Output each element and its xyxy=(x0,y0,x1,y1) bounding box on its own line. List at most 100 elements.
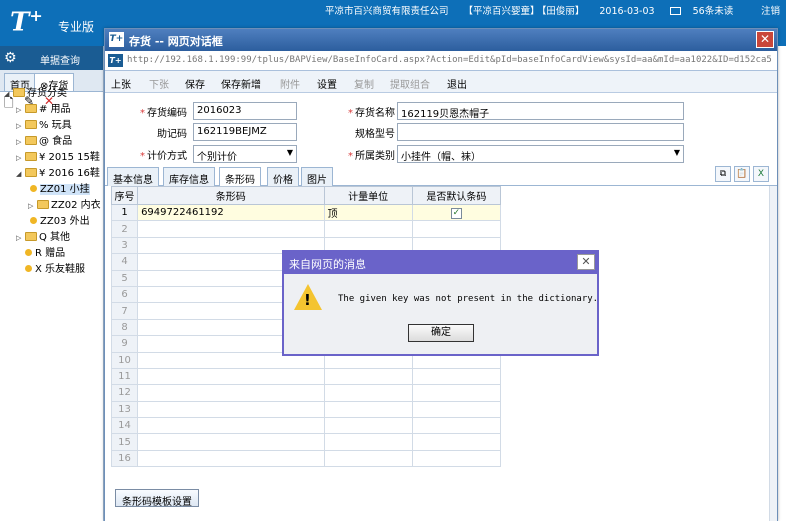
copy-row-icon[interactable]: ⧉ xyxy=(715,166,731,182)
grid-tools: ⧉ 📋 X xyxy=(712,166,769,182)
barcode-cell[interactable] xyxy=(137,417,325,435)
expand-icon[interactable]: ▷ xyxy=(16,102,25,118)
attachment-button[interactable]: 附件 xyxy=(280,76,300,91)
unit-cell[interactable] xyxy=(323,400,413,419)
copy-button[interactable]: 复制 xyxy=(354,76,374,91)
expand-icon[interactable]: ▷ xyxy=(16,150,25,166)
default-barcode-cell[interactable] xyxy=(411,367,502,386)
table-row[interactable]: 1 6949722461192 顶 ✓ xyxy=(110,203,502,222)
barcode-cell[interactable] xyxy=(137,384,325,402)
barcode-cell[interactable] xyxy=(137,400,325,419)
table-row[interactable]: 14 xyxy=(110,417,502,435)
expand-icon[interactable]: ▷ xyxy=(16,230,25,246)
tree-node[interactable]: R 赠品 xyxy=(0,246,104,262)
default-barcode-cell[interactable] xyxy=(411,384,502,402)
tree-node[interactable]: ▷ ZZ02 内衣 xyxy=(0,198,104,214)
tab-picture[interactable]: 图片 xyxy=(301,167,333,186)
gear-icon[interactable]: ⚙ xyxy=(4,50,17,66)
tree-node-label: @ 食品 xyxy=(39,136,73,147)
expand-icon[interactable]: ▷ xyxy=(16,118,25,134)
unit-cell[interactable]: 顶 xyxy=(323,203,413,222)
default-barcode-cell[interactable] xyxy=(411,400,502,419)
export-excel-icon[interactable]: X xyxy=(753,166,769,182)
unread-messages-link[interactable]: 56条未读 xyxy=(669,6,746,17)
tree-node[interactable]: ZZ01 小挂 xyxy=(0,182,104,198)
spec-input[interactable] xyxy=(397,123,684,141)
next-button[interactable]: 下张 xyxy=(149,76,169,91)
category-select[interactable]: 小挂件（帽、袜） ▼ xyxy=(397,145,684,163)
col-header-barcode[interactable]: 条形码 xyxy=(137,186,325,205)
ok-button[interactable]: 确定 xyxy=(408,324,474,342)
col-header-default[interactable]: 是否默认条码 xyxy=(411,186,502,205)
message-dialog: 来自网页的消息 ✕ ! The given key was not presen… xyxy=(282,250,599,356)
barcode-cell[interactable] xyxy=(137,220,325,238)
table-row[interactable]: 11 xyxy=(110,367,502,386)
expand-icon[interactable]: ◢ xyxy=(4,86,13,102)
default-barcode-cell[interactable]: ✓ xyxy=(411,203,502,222)
expand-icon[interactable]: ▷ xyxy=(16,134,25,150)
unit-cell[interactable] xyxy=(323,367,413,386)
vertical-scrollbar[interactable] xyxy=(769,186,777,521)
tree-node[interactable]: X 乐友鞋服 xyxy=(0,262,104,278)
barcode-cell[interactable] xyxy=(137,433,325,451)
table-row[interactable]: 12 xyxy=(110,384,502,402)
barcode-cell[interactable] xyxy=(137,367,325,386)
tree-node[interactable]: ▷ # 用品 xyxy=(0,102,104,118)
user-name: 【田俊丽】 xyxy=(541,6,585,17)
tree-node[interactable]: ZZ03 外出 xyxy=(0,214,104,230)
table-row[interactable]: 15 xyxy=(110,433,502,451)
message-close-button[interactable]: ✕ xyxy=(577,254,595,270)
tree-node[interactable]: ▷ @ 食品 xyxy=(0,134,104,150)
unit-cell[interactable] xyxy=(323,384,413,402)
default-barcode-cell[interactable] xyxy=(411,433,502,451)
logout-link[interactable]: 注销 xyxy=(761,3,780,17)
mail-icon xyxy=(669,7,681,15)
unit-cell[interactable] xyxy=(323,449,413,468)
unit-cell[interactable] xyxy=(323,417,413,435)
barcode-template-button[interactable]: 条形码模板设置 xyxy=(115,489,199,508)
tree-node[interactable]: ▷ % 玩具 xyxy=(0,118,104,134)
save-button[interactable]: 保存 xyxy=(185,76,205,91)
leaf-icon xyxy=(25,265,32,272)
col-header-unit[interactable]: 计量单位 xyxy=(323,186,413,205)
default-barcode-cell[interactable] xyxy=(411,449,502,468)
col-header-no[interactable]: 序号 xyxy=(110,186,139,205)
barcode-cell[interactable] xyxy=(137,449,325,468)
spec-label: 规格型号 xyxy=(355,129,395,140)
expand-icon[interactable]: ▷ xyxy=(28,198,37,214)
tree-node[interactable]: ◢ ¥ 2016 16鞋 xyxy=(0,166,104,182)
dialog-toolbar: 上张 下张 保存 保存新增 附件 设置 复制 提取组合 退出 xyxy=(105,71,777,93)
tree-node[interactable]: ▷ ¥ 2015 15鞋 xyxy=(0,150,104,166)
save-new-button[interactable]: 保存新增 xyxy=(221,76,261,91)
table-row[interactable]: 13 xyxy=(110,400,502,419)
tree-node-label: ¥ 2016 16鞋 xyxy=(39,168,100,179)
table-row[interactable]: 2 xyxy=(110,220,502,238)
table-row[interactable]: 16 xyxy=(110,449,502,468)
unit-cell[interactable] xyxy=(323,433,413,451)
settings-button[interactable]: 设置 xyxy=(317,76,337,91)
prev-button[interactable]: 上张 xyxy=(111,76,131,91)
mnemonic-input[interactable]: 162119BEJMZ xyxy=(193,123,297,141)
name-input[interactable]: 162119贝恩杰帽子 xyxy=(397,102,684,120)
tab-barcode[interactable]: 条形码 xyxy=(219,167,261,187)
dialog-close-button[interactable]: ✕ xyxy=(756,31,774,48)
row-number-cell: 8 xyxy=(110,318,139,337)
code-input[interactable]: 2016023 xyxy=(193,102,297,120)
menu-document-query[interactable]: 单据查询 xyxy=(40,52,80,67)
paste-row-icon[interactable]: 📋 xyxy=(734,166,750,182)
exit-button[interactable]: 退出 xyxy=(447,76,467,91)
barcode-cell[interactable]: 6949722461192 xyxy=(137,203,325,222)
unit-cell[interactable] xyxy=(323,220,413,238)
tree-node[interactable]: ▷ Q 其他 xyxy=(0,230,104,246)
tab-basic-info[interactable]: 基本信息 xyxy=(107,167,159,186)
expand-icon[interactable]: ◢ xyxy=(16,166,25,182)
row-number-cell: 12 xyxy=(110,384,139,402)
default-checkbox[interactable]: ✓ xyxy=(450,207,462,219)
tab-stock-info[interactable]: 库存信息 xyxy=(163,167,215,186)
tree-node[interactable]: ◢ 存货分类 xyxy=(0,86,104,102)
default-barcode-cell[interactable] xyxy=(411,220,502,238)
default-barcode-cell[interactable] xyxy=(411,417,502,435)
extract-combo-button[interactable]: 提取组合 xyxy=(390,76,430,91)
tab-price[interactable]: 价格 xyxy=(267,167,299,186)
pricing-select[interactable]: 个别计价 ▼ xyxy=(193,145,297,163)
